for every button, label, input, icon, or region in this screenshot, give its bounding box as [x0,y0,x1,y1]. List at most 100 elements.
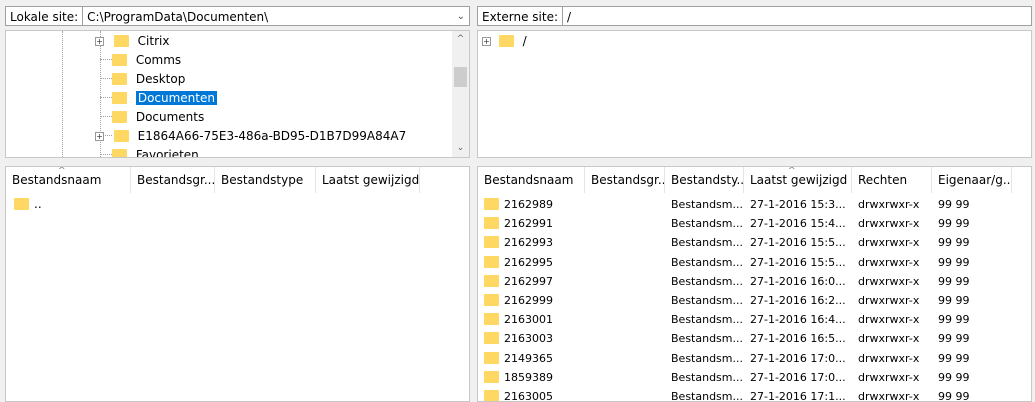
file-name-cell: 2163003 [484,329,553,348]
file-perms-cell: drwxrwxr-x [858,390,920,402]
file-owner-cell: 99 99 [938,332,970,346]
file-type-cell: Bestandsm... [671,217,743,231]
table-row[interactable]: 2162989 Bestandsm... 27-1-2016 15:3... drwx… [478,195,1031,214]
expand-plus-icon[interactable]: + [95,37,104,46]
file-type-cell: Bestandsm... [671,390,743,402]
table-row[interactable]: 2149365 Bestandsm... 27-1-2016 17:0... drwx… [478,349,1031,368]
folder-icon [484,198,499,210]
tree-node-documenten[interactable]: Documenten [112,89,217,108]
remote-directory-tree: + / [477,30,1032,158]
remote-path-input[interactable]: / [563,6,1032,26]
column-header-size[interactable]: Bestandsgr... [131,167,215,193]
chevron-down-icon[interactable]: ⌄ [457,7,465,27]
folder-icon [112,110,127,123]
file-perms-cell: drwxrwxr-x [858,217,920,231]
file-perms-cell: drwxrwxr-x [858,351,920,365]
tree-node-desktop[interactable]: Desktop [112,70,185,89]
table-row[interactable]: 2162999 Bestandsm... 27-1-2016 16:2... drwx… [478,291,1031,310]
table-row[interactable]: 1859389 Bestandsm... 27-1-2016 17:0... drwx… [478,368,1031,387]
local-path-input[interactable]: C:\ProgramData\Documenten\ ⌄ [83,6,470,26]
file-type-cell: Bestandsm... [671,255,743,269]
file-owner-cell: 99 99 [938,313,970,327]
file-modified-cell: 27-1-2016 16:2... [750,294,846,307]
scroll-up-arrow-icon[interactable]: ^ [452,31,469,48]
remote-site-label: Externe site: [477,6,564,26]
file-modified-cell: 27-1-2016 15:5... [750,255,846,269]
file-owner-cell: 99 99 [938,217,970,231]
table-row[interactable]: 2162993 Bestandsm... 27-1-2016 15:5... drwx… [478,233,1031,252]
column-header-name[interactable]: ^ Bestandsnaam [6,167,131,193]
file-modified-cell: 27-1-2016 17:0... [750,370,846,384]
file-modified-cell: 27-1-2016 15:3... [750,198,846,211]
folder-icon [14,197,29,210]
file-owner-cell: 99 99 [938,255,970,269]
tree-node-label: Documents [135,110,205,124]
file-perms-cell: drwxrwxr-x [858,274,920,288]
file-name-cell: 2162989 [484,195,553,214]
scroll-down-arrow-icon[interactable]: ⌄ [452,140,469,157]
tree-node-label: Citrix [137,34,170,48]
tree-node-documents[interactable]: Documents [112,108,204,127]
folder-icon [484,313,499,326]
file-type-cell: Bestandsm... [671,274,743,288]
file-perms-cell: drwxrwxr-x [858,313,920,327]
table-row[interactable]: 2162991 Bestandsm... 27-1-2016 15:4... drwx… [478,214,1031,233]
file-name-cell: 2162995 [484,253,553,272]
file-perms-cell: drwxrwxr-x [858,236,920,250]
file-type-cell: Bestandsm... [671,370,743,384]
local-directory-tree: + Citrix Comms Desktop Documenten Docume… [5,30,470,158]
column-header-modified[interactable]: Laatst gewijzigd [316,167,420,193]
file-perms-cell: drwxrwxr-x [858,332,920,346]
tree-node-label: / [522,34,527,48]
table-row[interactable]: 2162995 Bestandsm... 27-1-2016 15:5... drwx… [478,253,1031,272]
tree-node-root[interactable]: + / [482,32,527,51]
column-header-type[interactable]: Bestandstype [215,167,316,193]
file-name-cell: 2162993 [484,233,553,252]
file-type-cell: Bestandsm... [671,351,743,365]
table-row[interactable]: 2163003 Bestandsm... 27-1-2016 16:5... drwx… [478,329,1031,348]
file-name-cell: 2163001 [484,310,553,329]
tree-node-label: E1864A66-75E3-486a-BD95-D1B7D99A84A7 [137,129,407,143]
column-header-name[interactable]: Bestandsnaam [478,167,585,193]
file-owner-cell: 99 99 [938,294,970,307]
expand-plus-icon[interactable]: + [482,37,491,46]
file-modified-cell: 27-1-2016 16:5... [750,332,846,346]
file-modified-cell: 27-1-2016 15:4... [750,217,846,231]
folder-icon [484,274,499,287]
scrollbar-thumb[interactable] [454,67,467,87]
local-site-bar: Lokale site: C:\ProgramData\Documenten\ … [5,6,470,26]
file-name-cell: 2162999 [484,291,553,310]
file-modified-cell: 27-1-2016 17:1... [750,390,846,402]
local-tree-scrollbar[interactable]: ^ ⌄ [452,31,469,157]
tree-node-guid[interactable]: + E1864A66-75E3-486a-BD95-D1B7D99A84A7 [95,127,406,146]
tree-node-label-selected: Documenten [135,91,217,105]
file-perms-cell: drwxrwxr-x [858,255,920,269]
column-header-size[interactable]: Bestandsgr... [585,167,665,193]
tree-node-label: Favorieten [135,148,199,158]
column-header-owner[interactable]: Eigenaar/g... [932,167,1012,193]
file-owner-cell: 99 99 [938,351,970,365]
column-header-permissions[interactable]: Rechten [852,167,932,193]
table-row[interactable]: 2163005 Bestandsm... 27-1-2016 17:1... drwx… [478,387,1031,402]
file-modified-cell: 27-1-2016 17:0... [750,351,846,365]
column-header-type[interactable]: Bestandsty... [665,167,744,193]
expand-plus-icon[interactable]: + [95,132,104,141]
file-name-cell: 2162997 [484,272,553,291]
tree-node-citrix[interactable]: + Citrix [95,32,169,51]
table-row[interactable]: 2162997 Bestandsm... 27-1-2016 16:0... drwx… [478,272,1031,291]
file-name-cell: 2149365 [484,349,553,368]
tree-node-comms[interactable]: Comms [112,51,181,70]
table-row[interactable]: 2163001 Bestandsm... 27-1-2016 16:4... drwx… [478,310,1031,329]
tree-node-favorieten[interactable]: Favorieten [112,146,199,158]
folder-icon [113,34,129,47]
local-site-label: Lokale site: [5,6,84,26]
file-name-cell: 2163005 [484,387,553,401]
folder-icon [484,217,499,230]
column-header-modified[interactable]: ^ Laatst gewijzigd [744,167,852,193]
file-owner-cell: 99 99 [938,198,970,211]
file-owner-cell: 99 99 [938,274,970,288]
list-item-parent[interactable]: .. [6,195,469,214]
folder-icon [112,72,127,85]
folder-icon [113,129,129,142]
folder-icon [484,255,499,268]
